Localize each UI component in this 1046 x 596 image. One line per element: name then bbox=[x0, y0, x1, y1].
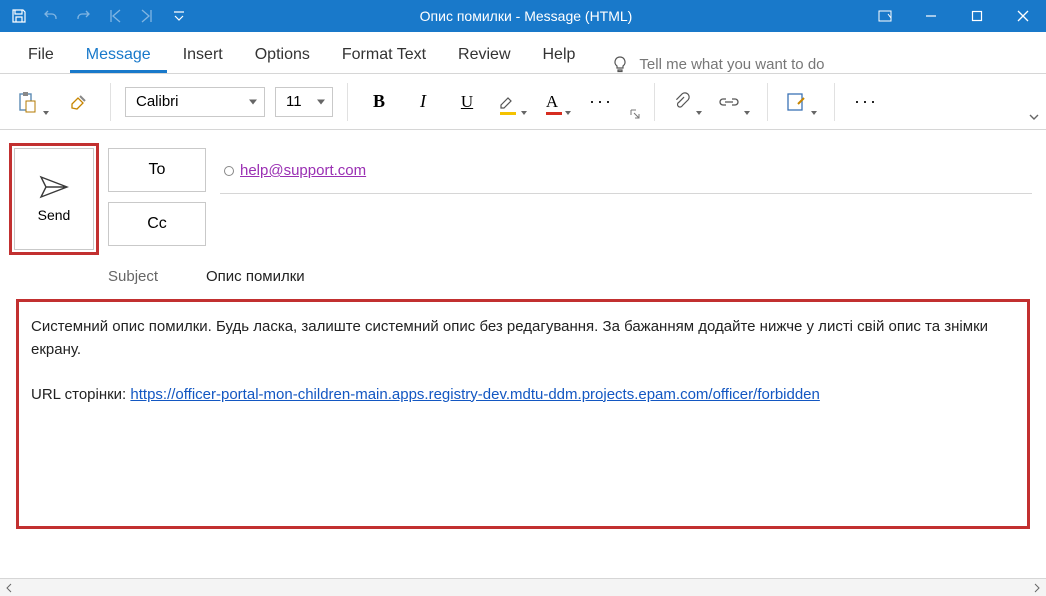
cc-button[interactable]: Cc bbox=[108, 202, 206, 246]
tab-file[interactable]: File bbox=[12, 36, 70, 73]
highlighter-icon bbox=[498, 93, 516, 111]
send-label: Send bbox=[38, 207, 71, 223]
to-button[interactable]: To bbox=[108, 148, 206, 192]
ribbon-display-icon[interactable] bbox=[862, 0, 908, 32]
paperclip-icon bbox=[673, 92, 691, 112]
cc-field[interactable] bbox=[220, 194, 1032, 240]
ribbon-commands: Calibri 11 B I U A ··· ··· bbox=[0, 74, 1046, 130]
compose-area: Send To Cc help@support.com Subject Опис… bbox=[0, 130, 1046, 529]
tab-help[interactable]: Help bbox=[527, 36, 592, 73]
customize-qat-icon[interactable] bbox=[168, 5, 190, 27]
font-color-button[interactable]: A bbox=[540, 85, 574, 119]
paste-button[interactable] bbox=[12, 85, 52, 119]
signature-button[interactable] bbox=[782, 85, 820, 119]
tab-options[interactable]: Options bbox=[239, 36, 326, 73]
link-button[interactable] bbox=[715, 85, 753, 119]
lightbulb-icon bbox=[611, 55, 629, 73]
tab-message[interactable]: Message bbox=[70, 36, 167, 73]
horizontal-scrollbar[interactable] bbox=[0, 578, 1046, 596]
redo-icon[interactable] bbox=[72, 5, 94, 27]
dialog-launcher-icon[interactable] bbox=[630, 109, 640, 119]
undo-icon[interactable] bbox=[40, 5, 62, 27]
link-icon bbox=[719, 95, 739, 109]
collapse-ribbon-icon[interactable] bbox=[1028, 109, 1040, 125]
scroll-right-icon[interactable] bbox=[1028, 580, 1046, 596]
highlight-button[interactable] bbox=[494, 85, 530, 119]
quick-access-toolbar bbox=[0, 5, 190, 27]
presence-icon bbox=[224, 166, 234, 176]
italic-button[interactable]: I bbox=[406, 85, 440, 119]
tell-me-search[interactable]: Tell me what you want to do bbox=[591, 55, 824, 73]
window-title: Опис помилки - Message (HTML) bbox=[190, 8, 862, 24]
signature-icon bbox=[786, 92, 806, 112]
message-body[interactable]: Системний опис помилки. Будь ласка, зали… bbox=[16, 299, 1030, 529]
more-commands-button[interactable]: ··· bbox=[849, 85, 883, 119]
window-controls bbox=[862, 0, 1046, 32]
save-icon[interactable] bbox=[8, 5, 30, 27]
scroll-left-icon[interactable] bbox=[0, 580, 18, 596]
paintbrush-icon bbox=[69, 92, 89, 112]
send-icon bbox=[39, 175, 69, 199]
body-url-line: URL сторінки: https://officer-portal-mon… bbox=[31, 384, 1015, 407]
to-field[interactable]: help@support.com bbox=[220, 148, 1032, 194]
ribbon-tabs: File Message Insert Options Format Text … bbox=[0, 32, 1046, 74]
tell-me-placeholder: Tell me what you want to do bbox=[639, 56, 824, 73]
tab-review[interactable]: Review bbox=[442, 36, 526, 73]
bold-button[interactable]: B bbox=[362, 85, 396, 119]
tab-format-text[interactable]: Format Text bbox=[326, 36, 442, 73]
next-icon[interactable] bbox=[136, 5, 158, 27]
attach-file-button[interactable] bbox=[669, 85, 705, 119]
subject-value[interactable]: Опис помилки bbox=[206, 268, 305, 285]
more-formatting-button[interactable]: ··· bbox=[584, 85, 618, 119]
tab-insert[interactable]: Insert bbox=[167, 36, 239, 73]
subject-label: Subject bbox=[108, 268, 206, 285]
scroll-track[interactable] bbox=[18, 580, 1028, 596]
title-bar: Опис помилки - Message (HTML) bbox=[0, 0, 1046, 32]
minimize-button[interactable] bbox=[908, 0, 954, 32]
format-painter-button[interactable] bbox=[62, 85, 96, 119]
underline-button[interactable]: U bbox=[450, 85, 484, 119]
to-recipient[interactable]: help@support.com bbox=[240, 162, 366, 179]
clipboard-icon bbox=[16, 91, 38, 113]
font-name-select[interactable]: Calibri bbox=[125, 87, 265, 117]
font-size-select[interactable]: 11 bbox=[275, 87, 333, 117]
close-button[interactable] bbox=[1000, 0, 1046, 32]
send-button[interactable]: Send bbox=[14, 148, 94, 250]
body-paragraph: Системний опис помилки. Будь ласка, зали… bbox=[31, 316, 1015, 361]
body-url-link[interactable]: https://officer-portal-mon-children-main… bbox=[130, 386, 819, 403]
maximize-button[interactable] bbox=[954, 0, 1000, 32]
previous-icon[interactable] bbox=[104, 5, 126, 27]
